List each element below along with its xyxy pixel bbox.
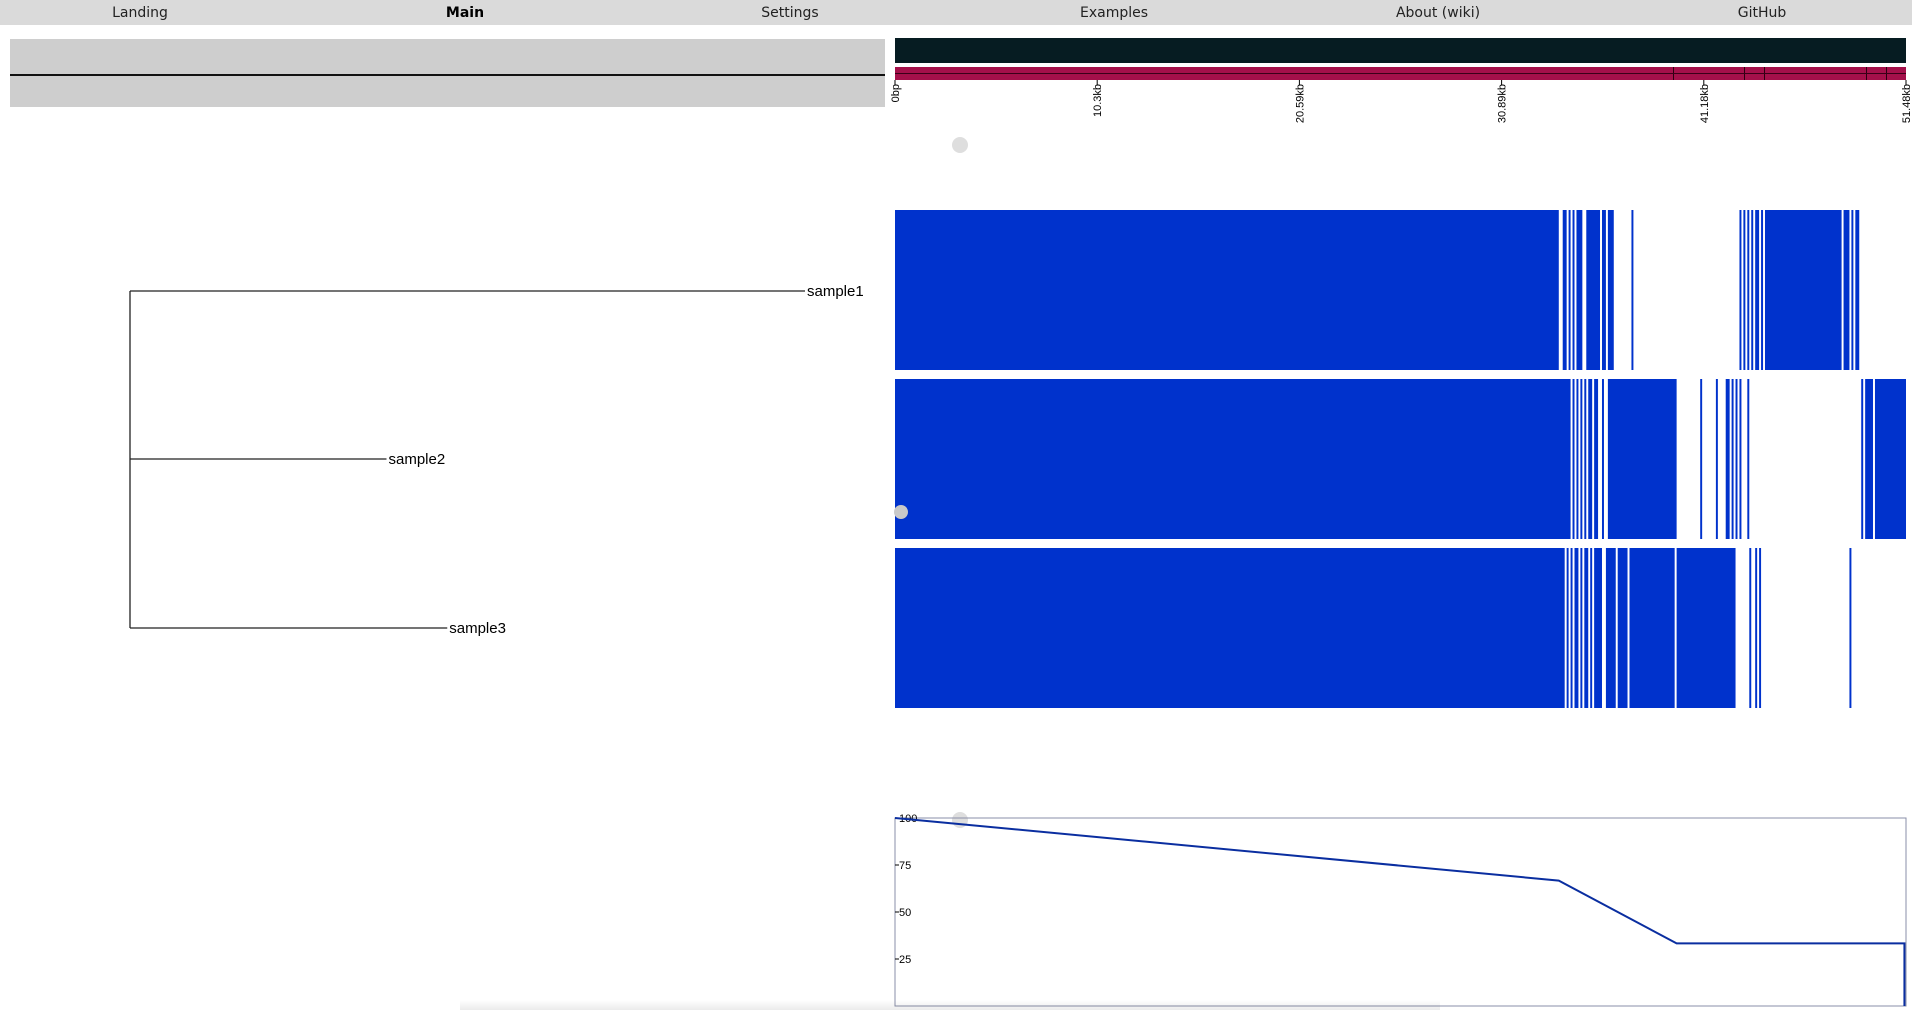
- coverage-segment: [1605, 548, 1616, 708]
- coverage-segment: [1764, 210, 1842, 370]
- tree-leaf-label[interactable]: sample3: [449, 620, 506, 637]
- coverage-segment: [895, 210, 1559, 370]
- coverage-segment: [1739, 379, 1742, 539]
- coverage-segment: [1570, 548, 1573, 708]
- coverage-segment: [1586, 210, 1601, 370]
- coverage-segment: [1617, 548, 1628, 708]
- ruler-tick-label: 30.89kb: [1497, 84, 1509, 123]
- bottom-scroll-shadow: [460, 1000, 1440, 1010]
- coverage-segment: [1759, 548, 1762, 708]
- coverage-segment: [1731, 379, 1734, 539]
- coverage-segment: [1747, 210, 1750, 370]
- tree-leaf-label[interactable]: sample2: [389, 451, 446, 468]
- track-resize-handle[interactable]: [952, 137, 968, 153]
- coverage-segment: [1594, 548, 1602, 708]
- ruler-tick-label: 10.3kb: [1092, 84, 1104, 117]
- coverage-segment: [1584, 548, 1589, 708]
- coverage-segment: [1735, 379, 1738, 539]
- coverage-segment: [1855, 210, 1860, 370]
- coverage-segment: [1574, 548, 1579, 708]
- tree-split-handle[interactable]: [894, 505, 908, 519]
- coverage-segment: [1715, 379, 1718, 539]
- identity-plot-frame: [894, 817, 1907, 1007]
- coverage-segment: [1700, 379, 1703, 539]
- coverage-segment: [1572, 210, 1575, 370]
- ruler-tick-label: 0bp: [890, 84, 902, 102]
- tree-leaf-label[interactable]: sample1: [807, 283, 864, 300]
- coverage-segment: [1629, 548, 1675, 708]
- coverage-segment: [895, 379, 1571, 539]
- coverage-segment: [1747, 379, 1750, 539]
- coverage-segment: [1631, 210, 1634, 370]
- coverage-segment: [1749, 548, 1752, 708]
- coverage-segment: [1584, 379, 1587, 539]
- coverage-segment: [1607, 379, 1677, 539]
- coverage-segment: [1761, 210, 1764, 370]
- coverage-segment: [1601, 379, 1604, 539]
- coverage-segment: [1755, 548, 1758, 708]
- coverage-segment: [1588, 379, 1593, 539]
- coverage-track-sample2[interactable]: [895, 379, 1906, 539]
- coverage-segment: [1594, 379, 1599, 539]
- coverage-segment: [1861, 379, 1864, 539]
- coverage-segment: [1572, 379, 1575, 539]
- identity-line-series: [894, 817, 1906, 1006]
- coverage-segment: [1580, 379, 1583, 539]
- coverage-segment: [1607, 210, 1614, 370]
- coverage-segment: [1849, 548, 1852, 708]
- ruler-tick-label: 41.18kb: [1699, 84, 1711, 123]
- coverage-segment: [1576, 210, 1583, 370]
- coverage-segment: [1562, 210, 1567, 370]
- coverage-segment: [1751, 210, 1754, 370]
- y-axis-tick-label: 25: [899, 954, 911, 966]
- main-canvas: 0bp 10.3kb 20.59kb 30.89kb 41.18kb 51.48kb sam…: [129, 80, 1912, 1007]
- ruler-tick-label: 51.48kb: [1901, 84, 1912, 123]
- coverage-segment: [1576, 379, 1579, 539]
- coverage-segment: [1590, 548, 1593, 708]
- coverage-segment: [1676, 548, 1736, 708]
- coverage-segment: [1725, 379, 1730, 539]
- coverage-segment: [1739, 210, 1742, 370]
- coverage-segment: [1743, 210, 1746, 370]
- coverage-track-sample1[interactable]: [895, 210, 1860, 370]
- coverage-segment: [1580, 548, 1583, 708]
- coverage-segment: [1566, 548, 1569, 708]
- y-axis-tick-label: 75: [899, 860, 911, 872]
- ruler-tick-label: 20.59kb: [1294, 84, 1306, 123]
- coverage-track-sample3[interactable]: [895, 548, 1852, 708]
- coverage-segment: [895, 548, 1565, 708]
- coverage-segment: [1568, 210, 1571, 370]
- coverage-segment: [1843, 210, 1850, 370]
- y-axis-tick-label: 50: [899, 907, 911, 919]
- coverage-segment: [1851, 210, 1854, 370]
- coverage-segment: [1874, 379, 1906, 539]
- coverage-segment: [1865, 379, 1874, 539]
- coverage-segment: [1755, 210, 1760, 370]
- coverage-segment: [1601, 210, 1606, 370]
